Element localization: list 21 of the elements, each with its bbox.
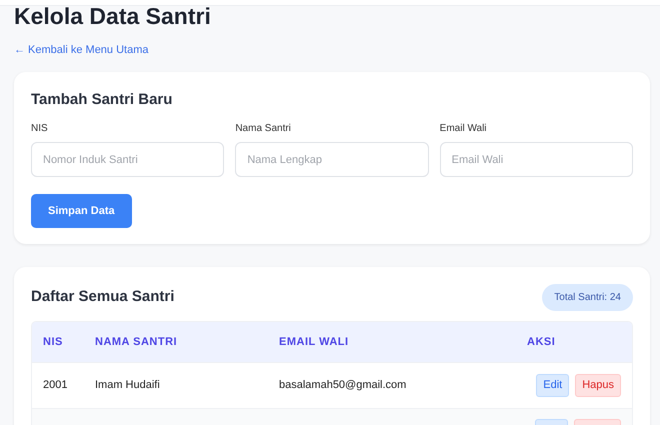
total-badge: Total Santri: 24 (542, 284, 633, 311)
input-field[interactable]: Email Wali (440, 142, 633, 177)
field-label: Nama Santri (235, 122, 292, 136)
form-title: Tambah Santri Baru (31, 90, 174, 110)
column-header: AKSI (527, 334, 556, 350)
list-title: Daftar Semua Santri (31, 287, 174, 308)
column-header: NAMA SANTRI (94, 334, 178, 350)
field-label: Email Wali (440, 122, 488, 136)
page-title: Kelola Data Santri (14, 5, 212, 27)
delete-button[interactable]: Hapus (575, 374, 621, 397)
back-link[interactable]: ← Kembali ke Menu Utama (14, 42, 148, 58)
table-cell-text: basalamah50@gmail.com (279, 378, 408, 394)
column-header: EMAIL WALI (279, 334, 350, 350)
column-header: NIS (42, 334, 64, 350)
input-field[interactable]: Nomor Induk Santri (31, 142, 224, 177)
input-field[interactable]: Nama Lengkap (235, 142, 429, 177)
table-cell-text: 2001 (42, 378, 68, 394)
field-label: NIS (31, 122, 49, 136)
edit-button[interactable]: Edit (536, 374, 570, 397)
table-cell-text: Imam Hudaifi (94, 378, 161, 394)
save-button[interactable]: Simpan Data (31, 194, 132, 228)
